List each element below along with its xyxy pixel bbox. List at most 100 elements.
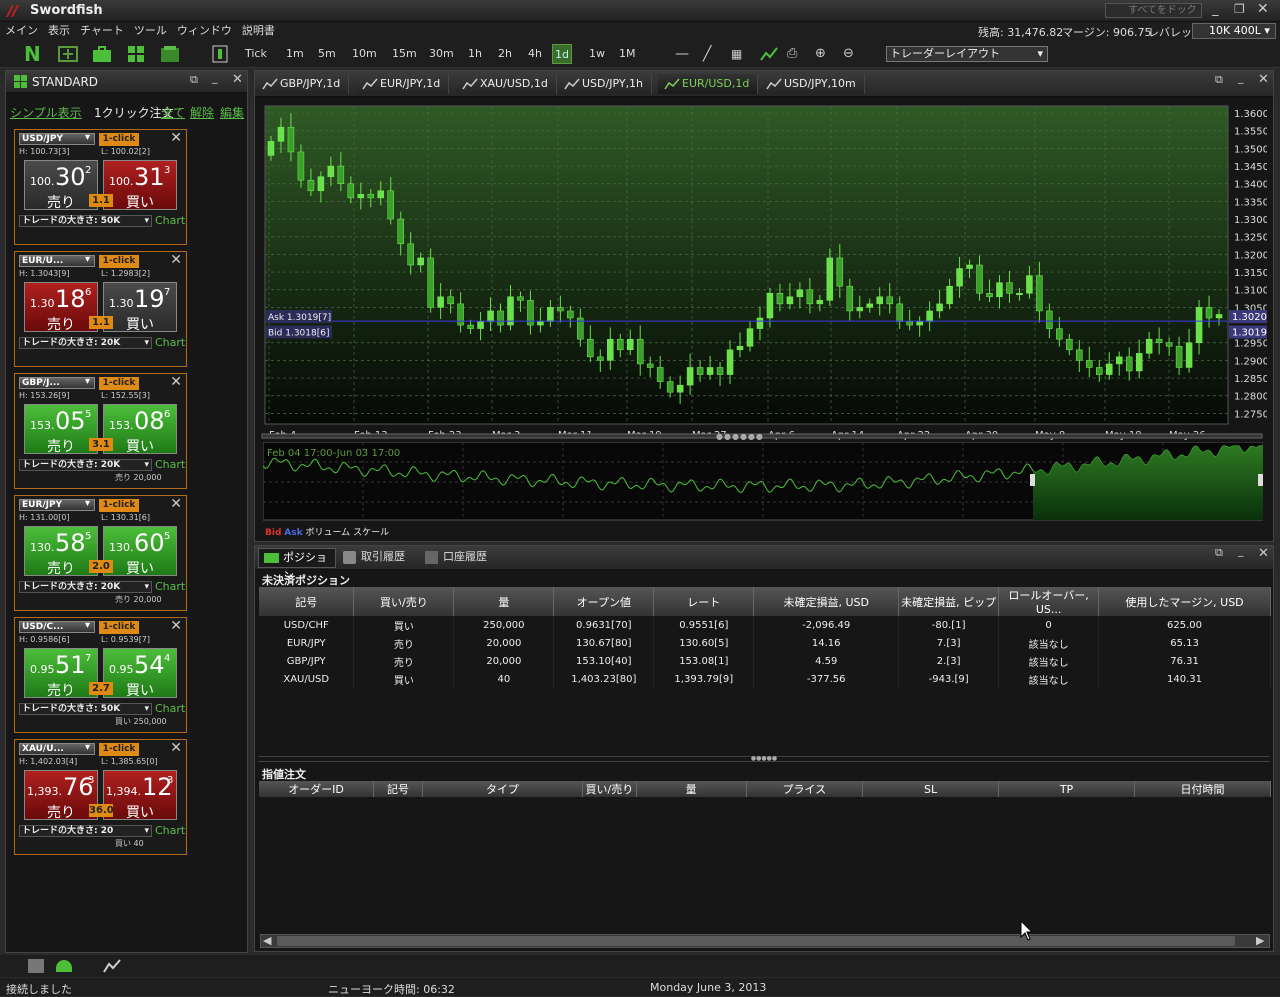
gauge-icon[interactable] xyxy=(56,960,72,972)
minimize-icon[interactable]: _ xyxy=(212,71,218,84)
sell-button[interactable]: 1,393. 76 3 売り xyxy=(24,770,98,821)
close-icon[interactable]: ✕ xyxy=(170,374,182,390)
close-icon[interactable]: ✕ xyxy=(170,618,182,634)
timeframe-tick[interactable]: Tick xyxy=(243,44,269,64)
sell-button[interactable]: 1.30 18 6 売り xyxy=(24,282,98,333)
column-header[interactable]: 未確定損益, USD xyxy=(753,587,900,616)
column-header[interactable]: オープン値 xyxy=(553,587,655,616)
close-icon[interactable]: ✕ xyxy=(170,252,182,268)
grid-icon[interactable] xyxy=(126,44,146,64)
one-click-badge[interactable]: 1-click xyxy=(99,377,139,390)
menu-main[interactable]: メイン xyxy=(0,22,43,40)
close-icon[interactable]: ✕ xyxy=(170,496,182,512)
column-header[interactable]: オーダーID xyxy=(259,781,375,797)
timeframe-2h[interactable]: 2h xyxy=(496,44,514,64)
splitter-handle[interactable]: ●●●●●● xyxy=(716,432,764,441)
fibonacci-icon[interactable]: ▦ xyxy=(731,44,751,64)
chart-line-icon[interactable] xyxy=(103,958,121,977)
accounts-icon[interactable] xyxy=(160,44,180,64)
close-icon[interactable]: ✕ xyxy=(232,72,243,87)
timeframe-4h[interactable]: 4h xyxy=(526,44,544,64)
menu-help[interactable]: 説明書 xyxy=(237,22,280,40)
column-header[interactable]: プライス xyxy=(746,781,864,797)
layout-select[interactable]: トレーダーレイアウト ▾ xyxy=(886,46,1048,62)
one-click-badge[interactable]: 1-click xyxy=(99,255,139,268)
legend-scale[interactable]: スケール xyxy=(353,528,389,538)
table-row[interactable]: EUR/JPY 売り 20,000 130.67[80] 130.60[5] 14.16 7… xyxy=(259,634,1271,652)
overview-chart[interactable]: Feb 04 17:00-Jun 03 17:00 xyxy=(263,442,1263,522)
column-header[interactable]: 量 xyxy=(636,781,747,797)
tab-positions[interactable]: ポジション xyxy=(258,548,336,582)
sell-button[interactable]: 130. 58 5 売り xyxy=(24,526,98,577)
symbol-select[interactable]: EUR/JPY xyxy=(19,499,95,511)
trade-size-select[interactable]: トレードの大きさ: 50K ▾ xyxy=(19,703,152,715)
dock-all-button[interactable]: すべてをドック xyxy=(1105,3,1202,18)
timeframe-1d[interactable]: 1d xyxy=(552,44,572,64)
column-header[interactable]: レート xyxy=(653,587,755,616)
trendline-icon[interactable]: ╱ xyxy=(703,44,723,64)
chart-link[interactable]: Chart xyxy=(155,824,185,837)
trade-size-select[interactable]: トレードの大きさ: 20 ▾ xyxy=(19,825,152,837)
zoom-out-icon[interactable]: ⊖ xyxy=(843,44,863,64)
buy-button[interactable]: 1.30 19 7 買い xyxy=(103,282,177,333)
legend-bid[interactable]: Bid xyxy=(265,528,281,538)
scroll-thumb[interactable] xyxy=(277,936,1235,946)
chart-tab[interactable]: EUR/USD,1d xyxy=(658,74,759,94)
column-header[interactable]: 未確定損益, ピップ xyxy=(898,587,1000,616)
tab-account-history[interactable]: 口座履歴 xyxy=(421,548,501,568)
calendar-icon[interactable] xyxy=(28,959,44,973)
chart-type-icon[interactable] xyxy=(210,44,230,64)
column-header[interactable]: SL xyxy=(862,781,1000,797)
menu-window[interactable]: ウィンドウ xyxy=(172,22,237,40)
column-header[interactable]: ロールオーバー, US... xyxy=(998,587,1100,616)
all-link[interactable]: 全て xyxy=(161,104,185,121)
legend-ask[interactable]: Ask xyxy=(284,528,302,538)
minimize-icon[interactable]: _ xyxy=(1212,2,1219,17)
column-header[interactable]: TP xyxy=(998,781,1135,797)
scroll-left-icon[interactable]: ◀ xyxy=(263,934,271,947)
symbol-select[interactable]: USD/C... xyxy=(19,621,95,633)
legend-volume[interactable]: ボリューム xyxy=(305,528,350,538)
symbol-select[interactable]: EUR/U... xyxy=(19,255,95,267)
buy-button[interactable]: 1,394. 12 3 買い xyxy=(103,770,177,821)
sell-button[interactable]: 0.95 51 7 売り xyxy=(24,648,98,699)
indicator-icon[interactable] xyxy=(759,44,779,64)
new-order-icon[interactable]: N xyxy=(24,44,44,64)
timeframe-30m[interactable]: 30m xyxy=(427,44,456,64)
chart-tab[interactable]: USD/JPY,10m xyxy=(760,74,865,94)
sell-button[interactable]: 100. 30 2 売り xyxy=(24,160,98,211)
column-header[interactable]: 買い/売り xyxy=(582,781,637,797)
menu-tools[interactable]: ツール xyxy=(129,22,172,40)
sell-button[interactable]: 153. 05 5 売り xyxy=(24,404,98,455)
timeframe-1m[interactable]: 1m xyxy=(284,44,306,64)
buy-button[interactable]: 130. 60 5 買い xyxy=(103,526,177,577)
one-click-badge[interactable]: 1-click xyxy=(99,621,139,634)
symbol-select[interactable]: USD/JPY xyxy=(19,133,95,145)
timeframe-1h[interactable]: 1h xyxy=(466,44,484,64)
undock-icon[interactable]: ⧉ xyxy=(1215,546,1223,560)
column-header[interactable]: 日付時間 xyxy=(1134,781,1271,797)
one-click-badge[interactable]: 1-click xyxy=(99,499,139,512)
column-header[interactable]: タイプ xyxy=(422,781,584,797)
timeframe-5m[interactable]: 5m xyxy=(316,44,338,64)
horizontal-scrollbar[interactable]: ◀ ▶ xyxy=(260,934,1270,948)
one-click-badge[interactable]: 1-click xyxy=(99,133,139,146)
timeframe-10m[interactable]: 10m xyxy=(350,44,379,64)
trade-size-select[interactable]: トレードの大きさ: 20K ▾ xyxy=(19,337,152,349)
timeframe-15m[interactable]: 15m xyxy=(390,44,419,64)
close-icon[interactable]: ✕ xyxy=(170,130,182,146)
chart-link[interactable]: Chart xyxy=(155,336,185,349)
column-header[interactable]: 使用したマージン, USD xyxy=(1098,587,1271,616)
candlestick-chart[interactable]: 1.3600 1.3550 1.3500 1.3450 1.3400 1.3350 1.33… xyxy=(259,100,1267,440)
chart-link[interactable]: Chart xyxy=(155,214,185,227)
symbol-select[interactable]: GBP/J... xyxy=(19,377,95,389)
chart-link[interactable]: Chart xyxy=(155,702,185,715)
column-header[interactable]: 記号 xyxy=(259,587,355,616)
minimize-icon[interactable]: _ xyxy=(1238,71,1244,84)
edit-link[interactable]: 編集 xyxy=(220,104,244,121)
trade-ticket-icon[interactable] xyxy=(58,44,78,64)
close-icon[interactable]: ✕ xyxy=(1257,1,1269,17)
buy-button[interactable]: 153. 08 6 買い xyxy=(103,404,177,455)
menu-view[interactable]: 表示 xyxy=(43,22,75,40)
chart-tab[interactable]: EUR/JPY,1d xyxy=(356,74,450,94)
